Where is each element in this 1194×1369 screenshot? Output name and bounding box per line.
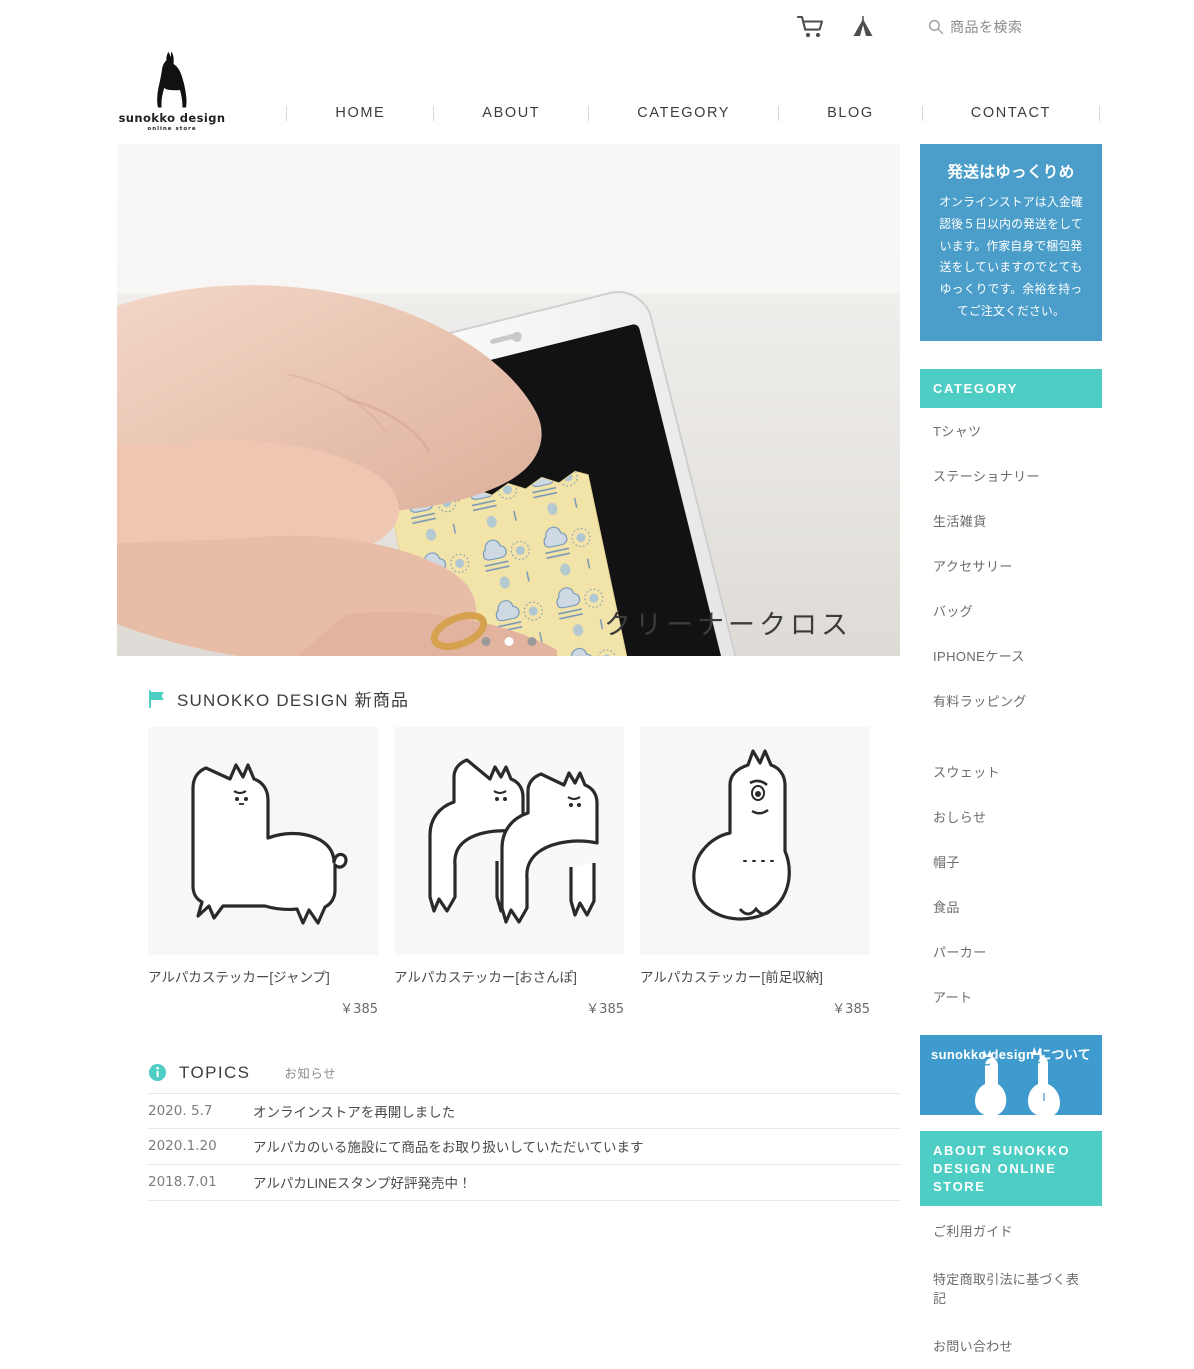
topic-row[interactable]: 2020. 5.7 オンラインストアを再開しました bbox=[148, 1092, 900, 1129]
product-price: ￥385 bbox=[340, 1001, 378, 1017]
two-white-alpacas-icon bbox=[975, 1047, 1060, 1116]
site-header: sunokko design online store HOME ABOUT C… bbox=[0, 51, 1194, 144]
shipping-notice-title: 発送はゆっくりめ bbox=[947, 164, 1075, 181]
product-image bbox=[640, 727, 870, 955]
sidebar-item-food[interactable]: 食品 bbox=[920, 884, 1102, 929]
shipping-notice: 発送はゆっくりめ オンラインストアは入金確認後５日以内の発送をしています。作家自… bbox=[920, 144, 1102, 341]
sidebar-item-hat[interactable]: 帽子 bbox=[920, 839, 1102, 884]
tent-icon[interactable] bbox=[846, 12, 880, 42]
utility-bar bbox=[0, 0, 1194, 54]
nav-item-home[interactable]: HOME bbox=[286, 106, 433, 121]
product-card[interactable]: アルパカステッカー[おさんぽ] ￥385 bbox=[394, 727, 624, 1017]
sidebar-link-contact[interactable]: お問い合わせ bbox=[920, 1321, 1102, 1369]
sidebar-item-accessory[interactable]: アクセサリー bbox=[920, 543, 1102, 588]
topic-title: アルパカのいる施設にて商品をお取り扱いしていただいています bbox=[253, 1140, 644, 1156]
product-price: ￥385 bbox=[832, 1001, 870, 1017]
sidebar-item-art[interactable]: アート bbox=[920, 974, 1102, 1019]
new-products-heading: SUNOKKO DESIGN 新商品 bbox=[147, 686, 900, 711]
product-name: アルパカステッカー[おさんぽ] bbox=[394, 970, 577, 985]
hero-dot-1[interactable] bbox=[481, 637, 490, 646]
sidebar-link-legal-notice[interactable]: 特定商取引法に基づく表記 bbox=[920, 1254, 1102, 1321]
main-content: クリーナークロス SUNOKKO DESIGN 新商品 アルパカステッカー[ジャ… bbox=[117, 144, 900, 1201]
hero-slider-dots bbox=[481, 637, 536, 646]
site-logo[interactable]: sunokko design online store bbox=[117, 48, 227, 132]
cart-icon[interactable] bbox=[794, 12, 828, 42]
nav-item-about[interactable]: ABOUT bbox=[433, 106, 588, 121]
product-card[interactable]: アルパカステッカー[前足収納] ￥385 bbox=[640, 727, 870, 1017]
sidebar-item-sweatshirt[interactable]: スウェット bbox=[920, 749, 1102, 794]
sidebar-item-bag[interactable]: バッグ bbox=[920, 588, 1102, 633]
topic-date: 2018.7.01 bbox=[148, 1174, 217, 1191]
sidebar: 発送はゆっくりめ オンラインストアは入金確認後５日以内の発送をしています。作家自… bbox=[920, 144, 1102, 1369]
new-products-title: SUNOKKO DESIGN 新商品 bbox=[177, 691, 410, 710]
about-panel-heading: ABOUT SUNOKKO DESIGN ONLINE STORE bbox=[920, 1131, 1102, 1207]
product-card[interactable]: アルパカステッカー[ジャンプ] ￥385 bbox=[148, 727, 378, 1017]
sidebar-item-iphone-case[interactable]: IPHONEケース bbox=[920, 633, 1102, 678]
topic-row[interactable]: 2018.7.01 アルパカLINEスタンプ好評発売中！ bbox=[148, 1165, 900, 1201]
category-panel-heading: CATEGORY bbox=[920, 368, 1102, 409]
topic-title: オンラインストアを再開しました bbox=[253, 1104, 456, 1120]
sidebar-item-living-goods[interactable]: 生活雑貨 bbox=[920, 498, 1102, 543]
topics-list: 2020. 5.7 オンラインストアを再開しました 2020.1.20 アルパカ… bbox=[117, 1092, 900, 1201]
topic-date: 2020.1.20 bbox=[148, 1138, 217, 1155]
sidebar-item-news[interactable]: おしらせ bbox=[920, 794, 1102, 839]
search-icon bbox=[928, 19, 944, 35]
topics-sublabel: お知らせ bbox=[284, 1067, 337, 1082]
sidebar-link-usage-guide[interactable]: ご利用ガイド bbox=[920, 1206, 1102, 1254]
nav-item-category[interactable]: CATEGORY bbox=[588, 106, 778, 121]
search-box[interactable] bbox=[928, 19, 1100, 35]
info-icon bbox=[148, 1064, 167, 1082]
hero-caption: クリーナークロス bbox=[604, 610, 852, 641]
flag-icon bbox=[149, 689, 164, 708]
topic-title: アルパカLINEスタンプ好評発売中！ bbox=[253, 1176, 472, 1192]
search-input[interactable] bbox=[950, 19, 1100, 35]
topics-label: TOPICS bbox=[179, 1062, 251, 1082]
product-name: アルパカステッカー[ジャンプ] bbox=[148, 970, 330, 985]
hero-image bbox=[117, 144, 900, 656]
logo-tagline: online store bbox=[147, 126, 197, 132]
main-nav: HOME ABOUT CATEGORY BLOG CONTACT bbox=[286, 106, 1100, 121]
alpaca-logo-icon bbox=[157, 51, 187, 108]
product-image bbox=[394, 727, 624, 955]
about-links-list: ご利用ガイド 特定商取引法に基づく表記 お問い合わせ bbox=[920, 1206, 1102, 1369]
new-products-grid: アルパカステッカー[ジャンプ] ￥385 アルパカステッカー[おさんぽ] ￥38… bbox=[117, 727, 900, 1017]
hero-dot-3[interactable] bbox=[527, 637, 536, 646]
about-banner[interactable]: sunokko design について bbox=[920, 1035, 1102, 1116]
nav-item-contact[interactable]: CONTACT bbox=[921, 106, 1100, 121]
topic-row[interactable]: 2020.1.20 アルパカのいる施設にて商品をお取り扱いしていただいています bbox=[148, 1129, 900, 1165]
product-price: ￥385 bbox=[586, 1001, 624, 1017]
hero-dot-2[interactable] bbox=[504, 637, 513, 646]
topic-date: 2020. 5.7 bbox=[148, 1102, 213, 1119]
sidebar-item-hoodie[interactable]: パーカー bbox=[920, 929, 1102, 974]
page-layout: クリーナークロス SUNOKKO DESIGN 新商品 アルパカステッカー[ジャ… bbox=[0, 144, 1194, 1369]
product-name: アルパカステッカー[前足収納] bbox=[640, 970, 823, 985]
logo-name: sunokko design bbox=[118, 111, 226, 125]
shipping-notice-body: オンラインストアは入金確認後５日以内の発送をしています。作家自身で梱包発送をして… bbox=[939, 195, 1083, 319]
category-list: Tシャツ ステーショナリー 生活雑貨 アクセサリー バッグ IPHONEケース … bbox=[920, 408, 1102, 1019]
topics-heading: TOPICS お知らせ bbox=[148, 1063, 900, 1083]
product-image bbox=[148, 727, 378, 955]
hero-slider[interactable]: クリーナークロス bbox=[117, 144, 900, 656]
sidebar-item-tshirt[interactable]: Tシャツ bbox=[920, 408, 1102, 453]
sidebar-item-gift-wrapping[interactable]: 有料ラッピング bbox=[920, 678, 1102, 723]
sidebar-item-spacer bbox=[920, 723, 1102, 749]
nav-item-blog[interactable]: BLOG bbox=[778, 106, 922, 121]
sidebar-item-stationery[interactable]: ステーショナリー bbox=[920, 453, 1102, 498]
